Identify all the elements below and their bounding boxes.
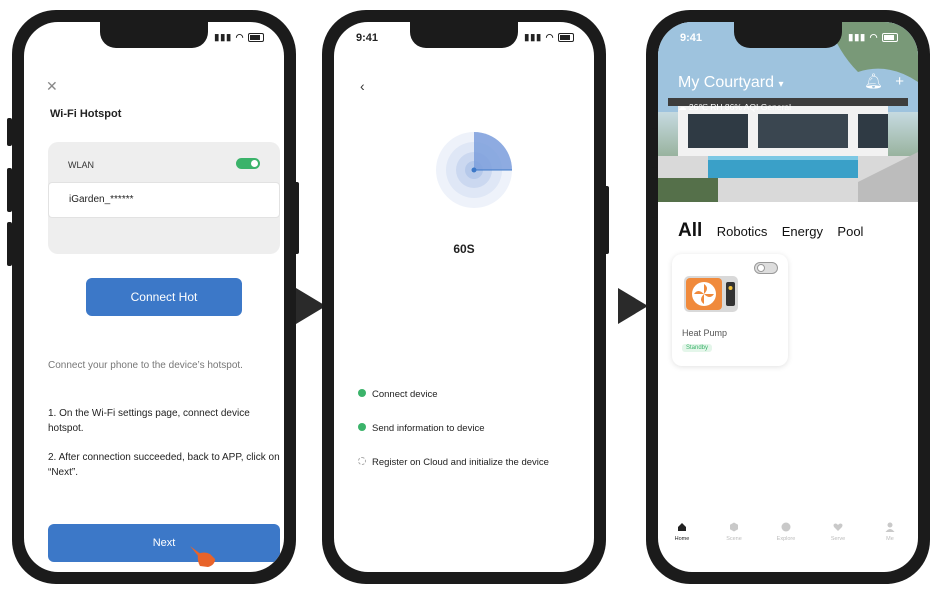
tab-robotics[interactable]: Robotics	[717, 224, 768, 239]
nav-label: Me	[886, 536, 894, 542]
check-icon	[358, 389, 366, 398]
nav-label: Home	[674, 536, 690, 542]
side-button	[7, 118, 12, 146]
side-button	[604, 186, 609, 254]
heart-icon	[833, 523, 843, 531]
screen: 9:41 ▮▮▮ ◠ My Courtyard ▾ 🔔︎ + ☁ 26℃ RH …	[658, 22, 918, 572]
progress-step: Send information to device	[358, 423, 484, 434]
nav-label: Explore	[776, 536, 796, 542]
bottom-nav: Home Scene Explore Serve Me	[658, 522, 918, 552]
wlan-card: WLAN iGarden_******	[48, 142, 280, 254]
home-selector[interactable]: My Courtyard ▾	[678, 74, 784, 92]
notification-bell-icon[interactable]: 🔔︎	[864, 73, 883, 90]
device-card[interactable]: Heat Pump Standby	[672, 254, 788, 366]
tap-hand-icon	[190, 546, 215, 567]
loading-icon	[358, 457, 366, 466]
chevron-down-icon: ▾	[778, 79, 784, 90]
nav-home[interactable]: Home	[662, 522, 702, 542]
hero-actions: 🔔︎ +	[864, 72, 904, 90]
category-tabs: All Robotics Energy Pool	[678, 220, 873, 242]
weather-text: 26℃ RH 86% AQI General	[688, 102, 792, 112]
wlan-toggle[interactable]	[236, 158, 260, 169]
screen: 9:41 ▮▮▮ ◠ ‹ 60S Connect device Send inf…	[334, 22, 594, 572]
status-time: 9:41	[680, 32, 703, 44]
side-button	[328, 228, 333, 268]
side-button	[294, 182, 299, 254]
next-button[interactable]: Next	[48, 524, 280, 562]
nav-explore[interactable]: Explore	[766, 522, 806, 542]
status-icons: ▮▮▮ ◠	[214, 32, 264, 43]
countdown-text: 60S	[453, 242, 475, 256]
weather-cloud-icon: ☁	[678, 102, 687, 112]
side-button	[652, 178, 657, 218]
wlan-label: WLAN	[68, 160, 95, 170]
step-two-text: 2. After connection succeeded, back to A…	[48, 452, 280, 478]
explore-icon	[781, 522, 791, 532]
battery-icon	[882, 33, 898, 43]
side-button	[328, 128, 333, 168]
check-icon	[358, 423, 366, 432]
scanning-radar-icon	[436, 132, 512, 208]
device-status-badge: Standby	[682, 344, 713, 352]
step-label: Connect device	[372, 389, 438, 400]
progress-step: Register on Cloud and initialize the dev…	[358, 457, 549, 468]
close-icon[interactable]: ✕	[46, 78, 58, 95]
side-button	[7, 222, 12, 266]
nav-me[interactable]: Me	[870, 522, 910, 542]
notch	[100, 22, 208, 48]
tab-pool[interactable]: Pool	[837, 224, 863, 239]
home-name: My Courtyard	[678, 74, 775, 91]
nav-label: Serve	[830, 536, 846, 542]
tab-all[interactable]: All	[678, 220, 702, 242]
progress-step: Connect device	[358, 389, 437, 400]
home-icon	[678, 523, 686, 531]
side-button	[7, 168, 12, 212]
connect-hot-button[interactable]: Connect Hot	[86, 278, 242, 316]
notch	[734, 22, 842, 48]
step-label: Register on Cloud and initialize the dev…	[372, 457, 549, 468]
step-one-text: 1. On the Wi-Fi settings page, connect d…	[48, 408, 250, 434]
status-icons: ▮▮▮ ◠	[524, 32, 574, 43]
side-button	[652, 128, 657, 168]
battery-icon	[248, 33, 264, 43]
tab-energy[interactable]: Energy	[782, 224, 823, 239]
step-label: Send information to device	[372, 423, 485, 434]
phone-connecting: 9:41 ▮▮▮ ◠ ‹ 60S Connect device Send inf…	[322, 10, 606, 584]
nav-scene[interactable]: Scene	[714, 522, 754, 542]
ssid-value: iGarden_******	[69, 194, 134, 205]
weather-info: ☁ 26℃ RH 86% AQI General	[678, 102, 791, 113]
user-icon	[885, 522, 895, 532]
battery-icon	[558, 33, 574, 43]
phone-wifi-hotspot: ▮▮▮ ◠ ✕ Wi-Fi Hotspot WLAN iGarden_*****…	[12, 10, 296, 584]
heat-pump-icon	[684, 276, 738, 312]
page-title: Wi-Fi Hotspot	[50, 108, 122, 120]
notch	[410, 22, 518, 48]
nav-serve[interactable]: Serve	[818, 522, 858, 542]
device-power-toggle[interactable]	[754, 262, 778, 274]
intro-text: Connect your phone to the device’s hotsp…	[48, 360, 243, 371]
nav-label: Scene	[726, 536, 742, 542]
ssid-field[interactable]: iGarden_******	[48, 182, 280, 218]
phone-home: 9:41 ▮▮▮ ◠ My Courtyard ▾ 🔔︎ + ☁ 26℃ RH …	[646, 10, 930, 584]
add-icon[interactable]: +	[895, 73, 904, 90]
screen: ▮▮▮ ◠ ✕ Wi-Fi Hotspot WLAN iGarden_*****…	[24, 22, 284, 572]
flow-arrow-icon	[618, 288, 648, 324]
back-icon[interactable]: ‹	[360, 78, 365, 94]
scene-icon	[730, 522, 738, 532]
device-name: Heat Pump	[682, 328, 728, 338]
status-icons: ▮▮▮ ◠	[848, 32, 898, 43]
status-time: 9:41	[356, 32, 379, 44]
